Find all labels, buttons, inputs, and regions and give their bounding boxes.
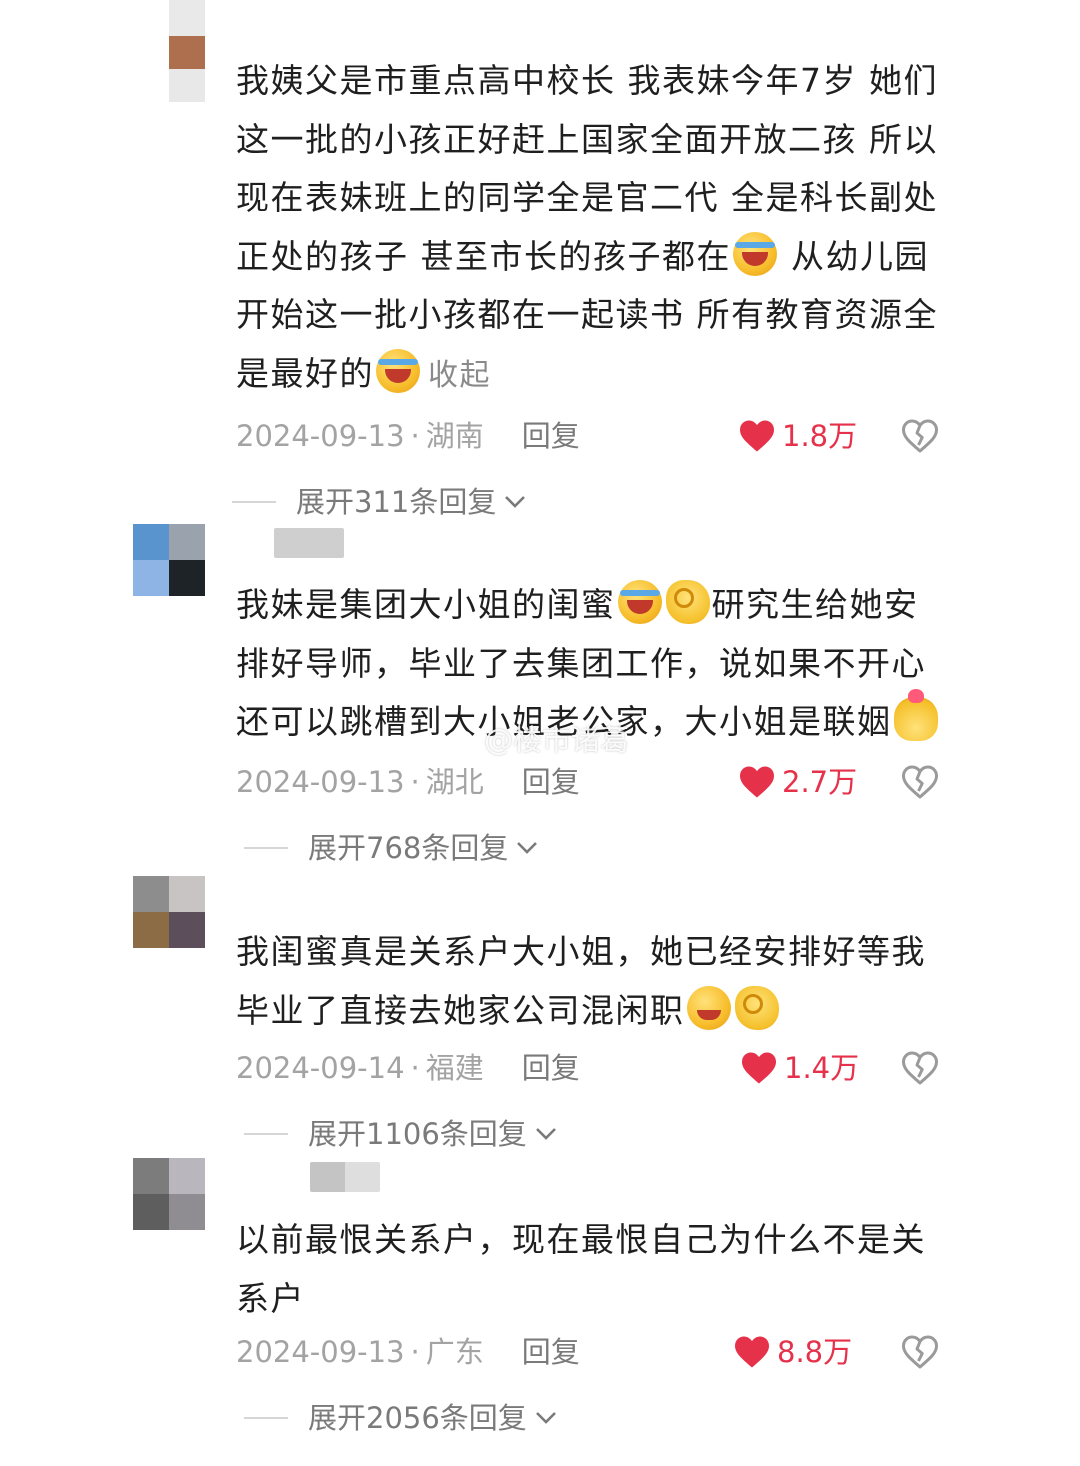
username[interactable] (310, 1162, 380, 1192)
ok-hand-emoji (734, 985, 779, 1030)
heart-hand-emoji (893, 689, 938, 741)
avatar[interactable] (133, 1158, 205, 1230)
expand-label: 展开2056条回复 (308, 1401, 527, 1435)
reply-button[interactable]: 回复 (522, 419, 580, 453)
comment-location: 广东 (425, 1335, 484, 1369)
like-count: 2.7万 (782, 765, 858, 799)
like-button[interactable]: 2.7万 (738, 762, 857, 802)
expand-replies[interactable]: 展开311条回复 (232, 482, 526, 522)
comment-meta: 2024-09-13 · 湖南 回复 (236, 419, 580, 453)
dislike-icon[interactable] (902, 1335, 938, 1369)
dislike-icon[interactable] (902, 765, 938, 799)
comment-meta: 2024-09-13 · 广东 回复 (236, 1335, 580, 1369)
reply-button[interactable]: 回复 (522, 1051, 580, 1085)
comment-text: 我闺蜜真是关系户大小姐，她已经安排好等我毕业了直接去她家公司混闲职 (236, 932, 926, 1030)
like-button[interactable]: 1.8万 (738, 416, 857, 456)
comment-text: 我姨父是市重点高中校长 我表妹今年7岁 她们这一批的小孩正好赶上国家全面开放二孩… (236, 61, 938, 393)
like-count: 8.8万 (777, 1335, 853, 1369)
chevron-down-icon (535, 1412, 556, 1424)
wink-emoji (686, 985, 731, 1030)
divider (244, 1133, 288, 1135)
heart-icon (740, 766, 774, 798)
dislike-icon[interactable] (902, 419, 938, 453)
comment-location: 湖南 (425, 419, 484, 453)
chevron-down-icon (505, 496, 526, 508)
divider (244, 847, 288, 849)
comment-location: 湖北 (425, 765, 484, 799)
expand-replies[interactable]: 展开2056条回复 (244, 1398, 557, 1438)
dislike-icon[interactable] (902, 1051, 938, 1085)
reply-button[interactable]: 回复 (522, 765, 580, 799)
avatar[interactable] (133, 524, 205, 596)
comment-text: 以前最恨关系户，现在最恨自己为什么不是关系户 (236, 1220, 926, 1318)
comment-meta: 2024-09-13 · 湖北 回复 (236, 765, 580, 799)
like-count: 1.8万 (782, 419, 858, 453)
comment-meta: 2024-09-14 · 福建 回复 (236, 1051, 580, 1085)
avatar[interactable] (133, 876, 205, 948)
heart-icon (735, 1336, 769, 1368)
reply-button[interactable]: 回复 (522, 1335, 580, 1369)
heart-icon (740, 420, 774, 452)
laugh-cry-emoji (376, 348, 420, 393)
comment-date: 2024-09-13 (236, 1335, 405, 1369)
like-count: 1.4万 (784, 1051, 860, 1085)
comment-location: 福建 (425, 1051, 484, 1085)
heart-icon (742, 1052, 776, 1084)
expand-label: 展开311条回复 (296, 485, 497, 519)
watermark: @楼市诸葛 (446, 717, 629, 759)
chevron-down-icon (535, 1128, 556, 1140)
divider (232, 501, 276, 503)
avatar[interactable] (133, 36, 205, 102)
comment-date: 2024-09-13 (236, 419, 405, 453)
comment-date: 2024-09-13 (236, 765, 405, 799)
laugh-cry-emoji (617, 580, 662, 624)
weibo-icon (446, 729, 474, 751)
collapse-link[interactable]: 收起 (428, 358, 491, 393)
laugh-cry-emoji (733, 231, 777, 276)
expand-replies[interactable]: 展开1106条回复 (244, 1114, 557, 1154)
ok-hand-emoji (665, 580, 710, 624)
comment-date: 2024-09-14 (236, 1051, 405, 1085)
username[interactable] (274, 528, 344, 558)
like-button[interactable]: 1.4万 (740, 1048, 859, 1088)
expand-label: 展开1106条回复 (308, 1117, 527, 1151)
chevron-down-icon (517, 842, 538, 854)
like-button[interactable]: 8.8万 (733, 1332, 852, 1372)
expand-replies[interactable]: 展开768条回复 (244, 828, 538, 868)
expand-label: 展开768条回复 (308, 831, 509, 865)
divider (244, 1417, 288, 1419)
